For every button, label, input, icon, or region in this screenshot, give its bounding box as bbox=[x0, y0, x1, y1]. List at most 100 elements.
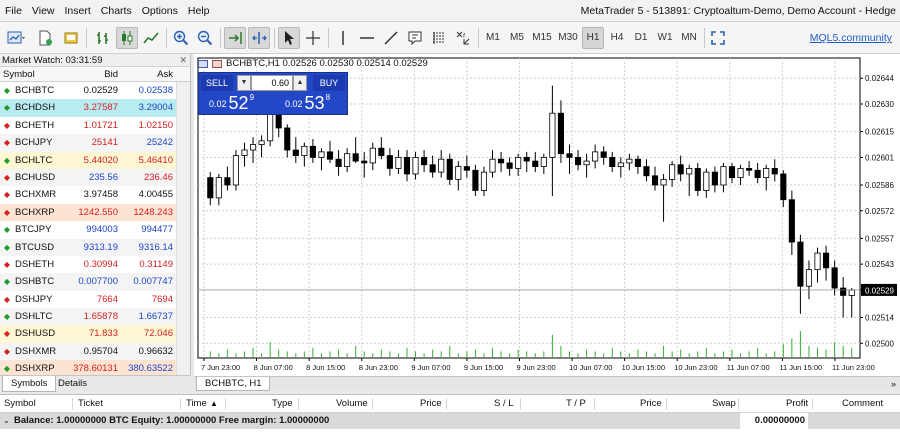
market-watch-row[interactable]: ◆ DSHLTC 1.65878 1.66737 bbox=[0, 308, 190, 326]
menu-charts[interactable]: Charts bbox=[96, 0, 137, 22]
menu-bar: File View Insert Charts Options Help Met… bbox=[0, 0, 900, 22]
candle-body bbox=[438, 158, 445, 173]
line-chart-icon[interactable] bbox=[140, 27, 162, 49]
market-watch-row[interactable]: ◆ BCHXRP 1242.550 1248.243 bbox=[0, 203, 190, 222]
chart-window-icon bbox=[198, 59, 208, 68]
market-watch-scrollbar[interactable] bbox=[176, 82, 190, 390]
timeframe-mn[interactable]: MN bbox=[678, 27, 700, 49]
market-watch-row[interactable]: ◆ BTCUSD 9313.19 9316.14 bbox=[0, 238, 190, 256]
timeframe-h1[interactable]: H1 bbox=[582, 27, 604, 49]
app-title: MetaTrader 5 - 513891: Cryptoaltum-Demo,… bbox=[580, 5, 896, 17]
column-price[interactable]: Price bbox=[420, 395, 442, 413]
timeframe-m5[interactable]: M5 bbox=[506, 27, 528, 49]
price-down-icon: ◆ bbox=[3, 172, 11, 182]
sell-price-quote[interactable]: 0.02 52 9 bbox=[209, 93, 254, 113]
text-label-icon[interactable] bbox=[404, 27, 426, 49]
timeframe-w1[interactable]: W1 bbox=[654, 27, 676, 49]
candlestick-chart-icon[interactable] bbox=[116, 27, 138, 49]
price-up-icon: ◆ bbox=[3, 277, 11, 287]
menu-view[interactable]: View bbox=[27, 0, 60, 22]
lot-size-input[interactable] bbox=[251, 75, 293, 91]
menu-help[interactable]: Help bbox=[183, 0, 215, 22]
timeframe-m1[interactable]: M1 bbox=[482, 27, 504, 49]
chart-shift-icon[interactable] bbox=[248, 27, 270, 49]
market-watch-row[interactable]: ◆ BCHXMR 3.97458 4.00455 bbox=[0, 186, 190, 203]
new-document-icon[interactable] bbox=[34, 27, 56, 49]
market-watch-row[interactable]: ◆ DSHETH 0.30994 0.31149 bbox=[0, 256, 190, 273]
buy-price-quote[interactable]: 0.02 53 8 bbox=[285, 93, 330, 113]
lot-decrease-button[interactable]: ▼ bbox=[237, 75, 251, 91]
mql5-community-link[interactable]: MQL5.community bbox=[810, 32, 892, 44]
column-time[interactable]: Time bbox=[186, 395, 207, 413]
menu-insert[interactable]: Insert bbox=[60, 0, 96, 22]
symbol-name: BCHJPY bbox=[15, 137, 53, 149]
close-icon[interactable]: ✕ bbox=[179, 54, 187, 67]
column-symbol[interactable]: Symbol bbox=[0, 67, 66, 81]
objects-icon[interactable]: f bbox=[452, 27, 474, 49]
candle-body bbox=[788, 199, 795, 243]
market-watch-row[interactable]: ◆ BCHJPY 25141 25242 bbox=[0, 134, 190, 152]
tab-symbols[interactable]: Symbols bbox=[2, 376, 57, 392]
fullscreen-icon[interactable] bbox=[708, 27, 728, 49]
column-current-price[interactable]: Price bbox=[640, 395, 662, 413]
column-stop-loss[interactable]: S / L bbox=[494, 395, 514, 413]
market-watch-row[interactable]: ◆ BCHDSH 3.27587 3.29004 bbox=[0, 99, 190, 117]
column-swap[interactable]: Swap bbox=[712, 395, 736, 413]
candle-body bbox=[677, 164, 684, 175]
candle-body bbox=[395, 156, 402, 169]
market-watch-row[interactable]: ◆ DSHUSD 71.833 72.046 bbox=[0, 325, 190, 343]
crosshair-icon[interactable] bbox=[302, 27, 324, 49]
new-chart-icon[interactable] bbox=[4, 27, 28, 49]
menu-file[interactable]: File bbox=[0, 0, 27, 22]
cursor-icon[interactable] bbox=[278, 27, 300, 49]
candle-body bbox=[720, 166, 727, 186]
candle-body bbox=[848, 289, 855, 296]
column-comment[interactable]: Comment bbox=[842, 395, 883, 413]
price-tick-label: 0.02543 bbox=[865, 260, 894, 269]
market-watch-row[interactable]: ◆ DSHBTC 0.007700 0.007747 bbox=[0, 273, 190, 291]
column-bid[interactable]: Bid bbox=[66, 67, 122, 81]
tab-details[interactable]: Details bbox=[50, 376, 95, 392]
zoom-out-icon[interactable] bbox=[194, 27, 216, 49]
column-profit[interactable]: Profit bbox=[786, 395, 808, 413]
column-ticket[interactable]: Ticket bbox=[78, 395, 103, 413]
menu-options[interactable]: Options bbox=[137, 0, 183, 22]
column-symbol[interactable]: Symbol bbox=[4, 395, 36, 413]
balance-row[interactable]: ⌄ Balance: 1.00000000 BTC Equity: 1.0000… bbox=[0, 413, 900, 429]
timeframe-h4[interactable]: H4 bbox=[606, 27, 628, 49]
timeframe-d1[interactable]: D1 bbox=[630, 27, 652, 49]
trendline-icon[interactable] bbox=[380, 27, 402, 49]
chevron-right-icon[interactable]: » bbox=[891, 377, 896, 391]
column-type[interactable]: Type bbox=[272, 395, 293, 413]
market-watch-panel: Market Watch: 03:31:59 ✕ Symbol Bid Ask … bbox=[0, 54, 191, 390]
tab-chart-bchbtc[interactable]: BCHBTC, H1 bbox=[196, 377, 271, 391]
timeframe-m30[interactable]: M30 bbox=[556, 27, 580, 49]
chevron-down-icon[interactable]: ⌄ bbox=[3, 413, 10, 429]
market-watch-row[interactable]: ◆ DSHJPY 7664 7694 bbox=[0, 291, 190, 308]
sell-button[interactable]: SELL bbox=[201, 75, 233, 91]
profiles-icon[interactable] bbox=[60, 27, 82, 49]
symbol-cell: ◆ DSHLTC bbox=[0, 308, 66, 325]
symbol-cell: ◆ BCHXRP bbox=[0, 204, 66, 221]
market-watch-row[interactable]: ◆ BCHLTC 5.44020 5.46410 bbox=[0, 151, 190, 169]
market-watch-row[interactable]: ◆ BCHETH 1.01721 1.02150 bbox=[0, 117, 190, 134]
market-watch-row[interactable]: ◆ BTCJPY 994003 994477 bbox=[0, 221, 190, 238]
symbol-cell: ◆ BCHDSH bbox=[0, 99, 66, 116]
market-watch-row[interactable]: ◆ BCHUSD 235.56 236.46 bbox=[0, 168, 190, 187]
fibonacci-icon[interactable] bbox=[428, 27, 450, 49]
market-watch-row[interactable]: ◆ BCHBTC 0.02529 0.02538 bbox=[0, 82, 190, 99]
column-ask[interactable]: Ask bbox=[122, 67, 177, 81]
lot-increase-button[interactable]: ▲ bbox=[293, 75, 307, 91]
horizontal-line-icon[interactable] bbox=[356, 27, 378, 49]
buy-button[interactable]: BUY bbox=[313, 75, 345, 91]
column-volume[interactable]: Volume bbox=[336, 395, 368, 413]
vertical-line-icon[interactable] bbox=[334, 27, 352, 49]
chart-autoscroll-icon[interactable] bbox=[224, 27, 246, 49]
bar-chart-icon[interactable] bbox=[92, 27, 114, 49]
market-watch-row[interactable]: ◆ DSHXMR 0.95704 0.96632 bbox=[0, 342, 190, 361]
zoom-in-icon[interactable] bbox=[170, 27, 192, 49]
column-take-profit[interactable]: T / P bbox=[566, 395, 586, 413]
timeframe-m15[interactable]: M15 bbox=[530, 27, 554, 49]
price-tick-label: 0.02572 bbox=[865, 207, 894, 216]
candle-body bbox=[207, 177, 214, 199]
